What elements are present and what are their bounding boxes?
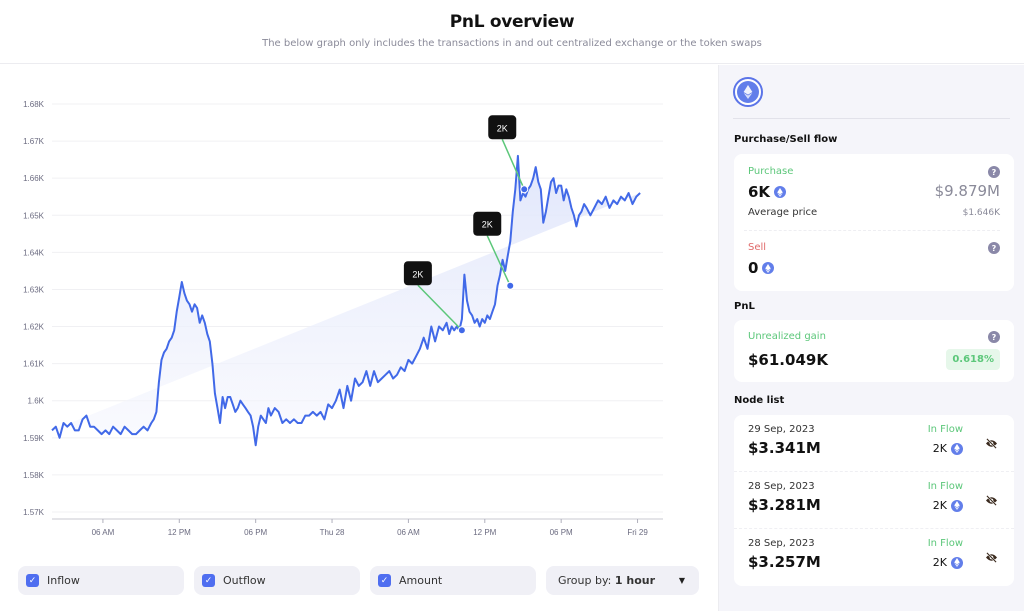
x-tick-label: Thu 28 xyxy=(320,528,345,537)
ethereum-icon xyxy=(951,442,963,455)
node-amount: 2K xyxy=(933,442,963,455)
purchase-label: Purchase xyxy=(748,166,794,177)
sidebar: Purchase/Sell flow Purchase ? 6K $9.879M… xyxy=(718,65,1024,611)
purchase-sell-card: Purchase ? 6K $9.879M Average price $1.6… xyxy=(734,154,1014,291)
y-tick-label: 1.66K xyxy=(23,174,45,183)
purchase-value: $9.879M xyxy=(934,182,1000,200)
sell-label: Sell xyxy=(748,242,767,253)
annotation-label: 2K xyxy=(497,123,508,133)
node-list-title: Node list xyxy=(734,395,785,406)
help-icon[interactable]: ? xyxy=(988,331,1000,343)
y-tick-label: 1.62K xyxy=(23,323,45,332)
node-list: 29 Sep, 2023 $3.341M In Flow 2K 28 Sep, 2023… xyxy=(734,415,1014,586)
annotation-point[interactable] xyxy=(457,326,466,335)
node-date: 28 Sep, 2023 xyxy=(748,481,815,492)
group-by-select[interactable]: Group by: 1 hour ▼ xyxy=(546,566,699,595)
x-tick-label: 06 AM xyxy=(397,528,420,537)
amount-checkbox[interactable]: ✓ xyxy=(378,574,391,587)
node-flow: In Flow xyxy=(927,424,963,435)
y-tick-label: 1.6K xyxy=(28,397,45,406)
node-flow: In Flow xyxy=(927,481,963,492)
ethereum-icon xyxy=(774,186,787,198)
sell-amount-value: 0 xyxy=(748,259,759,277)
page-title: PnL overview xyxy=(449,12,575,32)
average-price-label: Average price xyxy=(748,207,818,218)
x-tick-label: 06 AM xyxy=(92,528,115,537)
node-value: $3.341M xyxy=(748,439,821,457)
node-amount-value: 2K xyxy=(932,556,947,569)
help-icon[interactable]: ? xyxy=(988,242,1000,254)
inflow-label: Inflow xyxy=(47,574,80,587)
eye-off-icon[interactable] xyxy=(985,548,998,567)
node-list-item[interactable]: 29 Sep, 2023 $3.341M In Flow 2K xyxy=(734,415,1014,472)
page-header: PnL overview The below graph only includ… xyxy=(0,0,1024,64)
annotation-point[interactable] xyxy=(506,281,515,290)
y-tick-label: 1.61K xyxy=(23,360,45,369)
chart-controls: ✓ Inflow ✓ Outflow ✓ Amount Group by: 1 … xyxy=(18,566,699,595)
amount-label: Amount xyxy=(399,574,443,587)
inflow-toggle[interactable]: ✓ Inflow xyxy=(18,566,184,595)
node-date: 28 Sep, 2023 xyxy=(748,538,815,549)
node-flow: In Flow xyxy=(927,538,963,549)
node-amount-value: 2K xyxy=(932,499,947,512)
y-tick-label: 1.68K xyxy=(23,100,45,109)
sell-amount: 0 xyxy=(748,259,775,277)
node-date: 29 Sep, 2023 xyxy=(748,424,815,435)
unrealized-value: $61.049K xyxy=(748,351,828,369)
ethereum-icon xyxy=(951,556,963,569)
group-by-prefix: Group by: xyxy=(558,574,615,587)
x-tick-label: 06 PM xyxy=(244,528,267,537)
x-tick-label: 12 PM xyxy=(473,528,496,537)
ethereum-icon xyxy=(733,77,763,107)
pnl-card: Unrealized gain ? $61.049K 0.618% xyxy=(734,320,1014,382)
node-value: $3.257M xyxy=(748,553,821,571)
eye-off-icon[interactable] xyxy=(985,491,998,510)
annotation-label: 2K xyxy=(412,269,423,279)
amount-toggle[interactable]: ✓ Amount xyxy=(370,566,536,595)
eye-off-icon[interactable] xyxy=(985,434,998,453)
annotation-label: 2K xyxy=(482,220,493,230)
inflow-checkbox[interactable]: ✓ xyxy=(26,574,39,587)
y-tick-label: 1.58K xyxy=(23,471,45,480)
divider xyxy=(744,230,1000,231)
purchase-amount-value: 6K xyxy=(748,183,771,201)
unrealized-pct-badge: 0.618% xyxy=(946,349,1000,370)
x-tick-label: 12 PM xyxy=(168,528,191,537)
ethereum-icon xyxy=(951,499,963,512)
chevron-down-icon: ▼ xyxy=(678,576,685,585)
pnl-chart[interactable]: 1.57K 1.58K 1.59K 1.6K 1.61K 1.62K 1.63K 1.64K 1… xyxy=(0,65,718,611)
annotation-point[interactable] xyxy=(520,185,529,194)
unrealized-label: Unrealized gain xyxy=(748,331,826,342)
y-tick-label: 1.57K xyxy=(23,508,45,517)
y-tick-label: 1.65K xyxy=(23,211,45,220)
x-tick-label: 06 PM xyxy=(550,528,573,537)
y-tick-label: 1.67K xyxy=(23,137,45,146)
y-tick-label: 1.59K xyxy=(23,434,45,443)
node-list-item[interactable]: 28 Sep, 2023 $3.257M In Flow 2K xyxy=(734,529,1014,586)
node-amount: 2K xyxy=(933,556,963,569)
node-amount: 2K xyxy=(933,499,963,512)
purchase-sell-title: Purchase/Sell flow xyxy=(734,134,838,145)
group-by-text: Group by: 1 hour xyxy=(558,574,655,587)
help-icon[interactable]: ? xyxy=(988,166,1000,178)
outflow-label: Outflow xyxy=(223,574,266,587)
node-amount-value: 2K xyxy=(932,442,947,455)
outflow-checkbox[interactable]: ✓ xyxy=(202,574,215,587)
chart-svg[interactable]: 1.57K 1.58K 1.59K 1.6K 1.61K 1.62K 1.63K 1.64K 1… xyxy=(0,65,718,565)
node-value: $3.281M xyxy=(748,496,821,514)
outflow-toggle[interactable]: ✓ Outflow xyxy=(194,566,360,595)
page-subtitle: The below graph only includes the transa… xyxy=(262,38,762,49)
annotation-connector xyxy=(501,139,525,190)
purchase-amount: 6K xyxy=(748,183,787,201)
group-by-value: 1 hour xyxy=(614,574,656,587)
price-area xyxy=(52,155,641,446)
y-tick-label: 1.64K xyxy=(23,248,45,257)
x-tick-label: Fri 29 xyxy=(627,528,648,537)
divider xyxy=(733,118,1010,119)
pnl-title: PnL xyxy=(734,301,755,312)
ethereum-icon xyxy=(762,262,775,274)
node-list-item[interactable]: 28 Sep, 2023 $3.281M In Flow 2K xyxy=(734,472,1014,529)
average-price-value: $1.646K xyxy=(962,208,1000,218)
y-tick-label: 1.63K xyxy=(23,285,45,294)
